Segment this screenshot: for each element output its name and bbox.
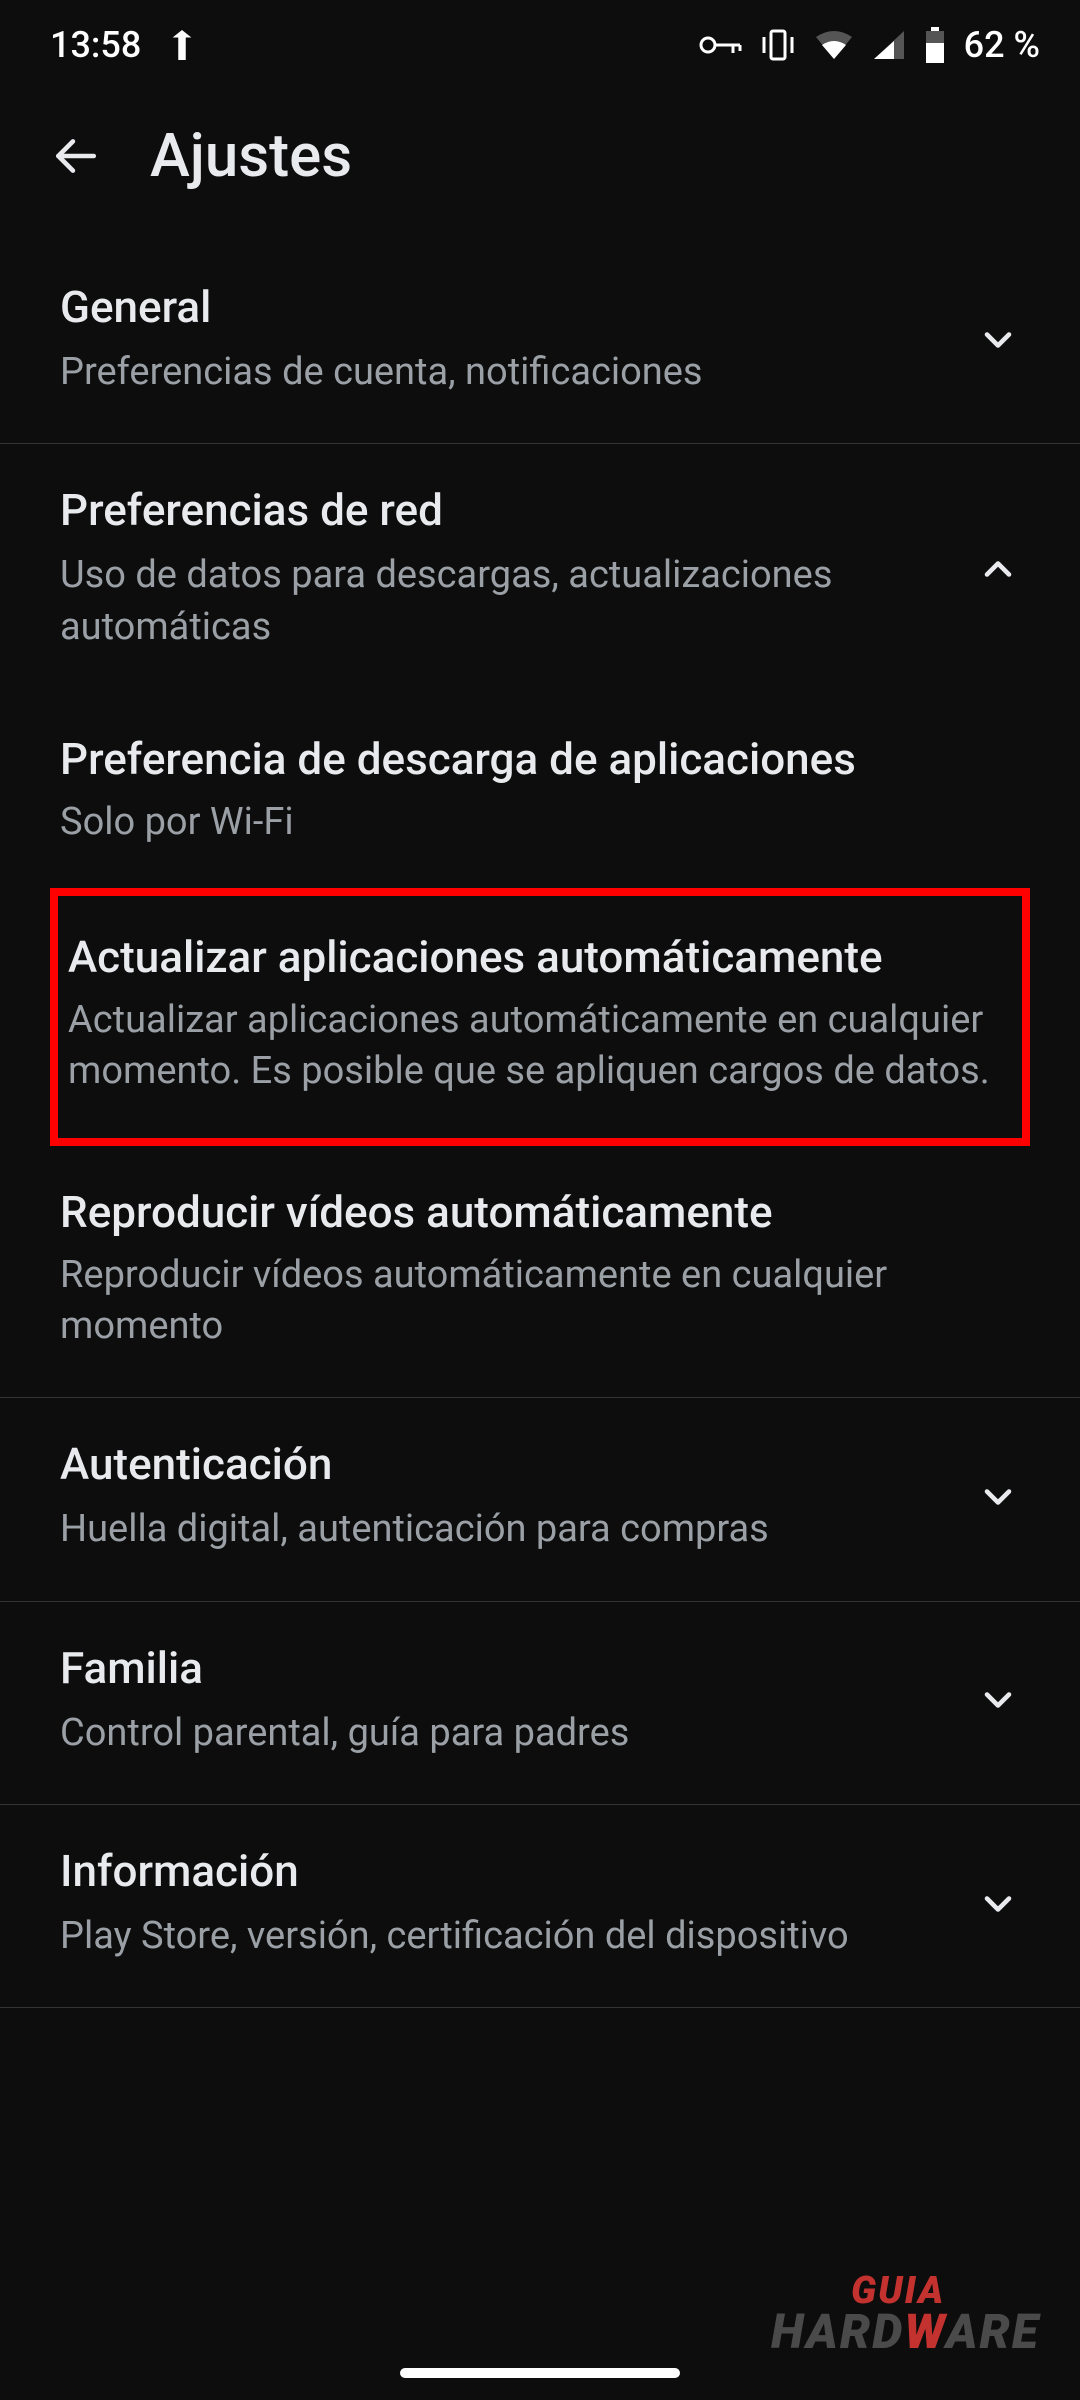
item-download-preference[interactable]: Preferencia de descarga de aplicaciones …: [0, 698, 1080, 883]
section-network-subtitle: Uso de datos para descargas, actualizaci…: [60, 550, 956, 653]
vpn-key-icon: [698, 33, 742, 57]
section-auth-subtitle: Huella digital, autenticación para compr…: [60, 1504, 956, 1555]
section-information[interactable]: Información Play Store, versión, certifi…: [0, 1805, 1080, 2008]
chevron-up-icon: [976, 547, 1020, 591]
chevron-down-icon: [976, 1678, 1020, 1722]
wifi-icon: [814, 29, 854, 61]
app-header: Ajustes: [0, 90, 1080, 241]
highlight-annotation: Actualizar aplicaciones automáticamente …: [50, 888, 1030, 1146]
chevron-down-icon: [976, 318, 1020, 362]
section-family-subtitle: Control parental, guía para padres: [60, 1708, 956, 1759]
arrow-left-icon: [50, 131, 100, 181]
section-network-title: Preferencias de red: [60, 484, 956, 536]
nav-handle[interactable]: [400, 2368, 680, 2378]
section-info-title: Información: [60, 1845, 956, 1897]
section-general-subtitle: Preferencias de cuenta, notificaciones: [60, 347, 956, 398]
status-bar: 13:58 62 %: [0, 0, 1080, 90]
battery-percent: 62 %: [964, 24, 1040, 66]
section-authentication[interactable]: Autenticación Huella digital, autenticac…: [0, 1398, 1080, 1601]
section-family[interactable]: Familia Control parental, guía para padr…: [0, 1602, 1080, 1805]
section-general-title: General: [60, 281, 956, 333]
status-bar-right: 62 %: [698, 24, 1040, 66]
section-auth-title: Autenticación: [60, 1438, 956, 1490]
settings-list: General Preferencias de cuenta, notifica…: [0, 241, 1080, 2008]
chevron-down-icon: [976, 1882, 1020, 1926]
section-info-subtitle: Play Store, versión, certificación del d…: [60, 1911, 956, 1962]
page-title: Ajustes: [150, 120, 352, 191]
item-autoplay-subtitle: Reproducir vídeos automáticamente en cua…: [60, 1250, 1020, 1353]
battery-icon: [924, 27, 946, 63]
status-bar-left: 13:58: [50, 24, 195, 66]
section-family-title: Familia: [60, 1642, 956, 1694]
section-general[interactable]: General Preferencias de cuenta, notifica…: [0, 241, 1080, 444]
section-network[interactable]: Preferencias de red Uso de datos para de…: [0, 444, 1080, 698]
item-auto-update-subtitle: Actualizar aplicaciones automáticamente …: [68, 995, 1012, 1098]
signal-icon: [872, 29, 906, 61]
item-auto-update-title: Actualizar aplicaciones automáticamente: [68, 931, 1012, 983]
item-download-preference-title: Preferencia de descarga de aplicaciones: [60, 733, 1020, 785]
status-time: 13:58: [50, 24, 141, 66]
watermark-logo: GUIA HARDWARE: [771, 2269, 1040, 2360]
item-autoplay-title: Reproducir vídeos automáticamente: [60, 1186, 1020, 1238]
item-download-preference-subtitle: Solo por Wi-Fi: [60, 797, 1020, 848]
item-auto-update[interactable]: Actualizar aplicaciones automáticamente …: [58, 896, 1022, 1138]
notification-icon: [169, 30, 195, 60]
navigation-bar: [0, 2358, 1080, 2388]
item-autoplay-videos[interactable]: Reproducir vídeos automáticamente Reprod…: [0, 1151, 1080, 1388]
watermark-line2: HARDWARE: [771, 2303, 1040, 2360]
chevron-down-icon: [976, 1475, 1020, 1519]
back-button[interactable]: [50, 131, 100, 181]
vibrate-icon: [760, 29, 796, 61]
